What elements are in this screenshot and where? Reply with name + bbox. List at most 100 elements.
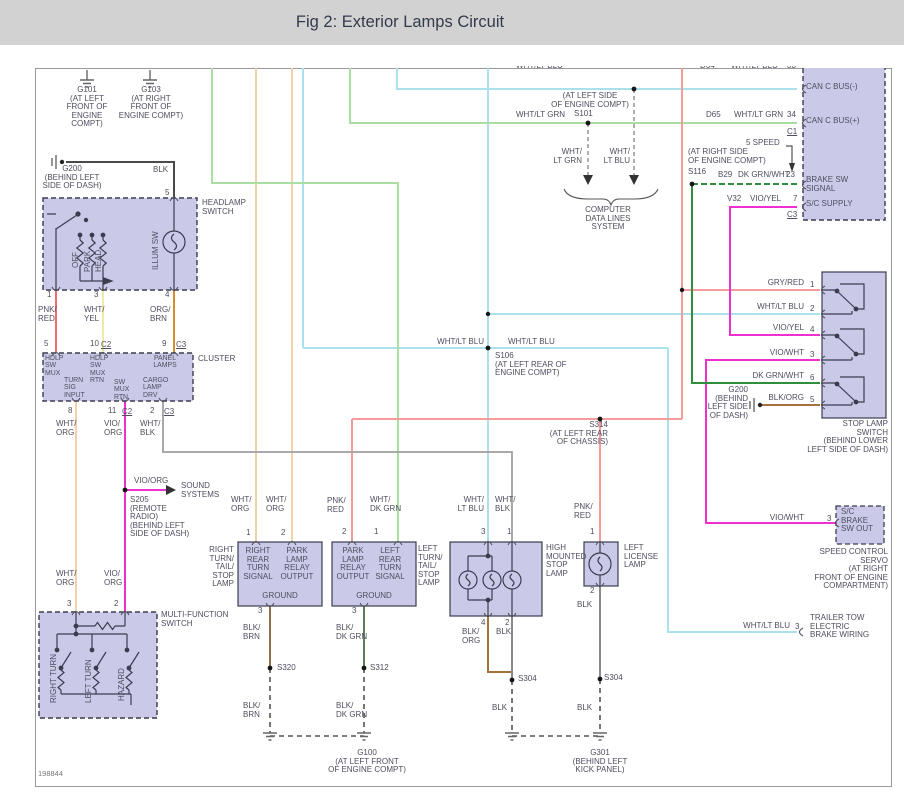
wire-label-wht-org-d: WHT/ ORG bbox=[266, 495, 287, 513]
wire-label-vio-org-sound: VIO/ORG bbox=[134, 476, 169, 485]
wire-label-wht-dk-grn: WHT/ DK GRN bbox=[370, 495, 402, 513]
s101-label: S101 bbox=[574, 109, 593, 118]
wire-label-vio-yel-a: VIO/YEL bbox=[750, 194, 782, 203]
pin-8-cluster: 8 bbox=[68, 406, 73, 415]
mfs-right-turn: RIGHT TURN bbox=[49, 653, 58, 703]
pin-2-cluster: 2 bbox=[150, 406, 155, 415]
connector-c2-bottom: C2 bbox=[122, 407, 133, 416]
pin-5-sls: 5 bbox=[810, 395, 815, 404]
pcm-sc-supply: S/C SUPPLY bbox=[806, 199, 853, 208]
wire-label-blk-lic: BLK bbox=[577, 600, 593, 609]
arrow-data-blu bbox=[629, 175, 639, 185]
wire-label-blk-brn-a: BLK/ BRN bbox=[243, 623, 261, 641]
b29-label: B29 bbox=[718, 170, 733, 179]
wire-label-pnk-red-park: PNK/ RED bbox=[327, 496, 346, 514]
connector-c3-top: C3 bbox=[176, 340, 187, 349]
wire-label-dk-grn-wht-sls: DK GRN/WHT bbox=[752, 371, 804, 380]
high-mounted-stop-lamp-box bbox=[449, 541, 543, 617]
hl-position-off: OFF bbox=[71, 252, 80, 268]
splice-s320 bbox=[267, 665, 273, 671]
right-lamp-park-output: PARK LAMP RELAY OUTPUT bbox=[280, 546, 314, 581]
pin-2-sls: 2 bbox=[810, 304, 815, 313]
wire-label-org-brn: ORG/ BRN bbox=[150, 305, 171, 323]
s320-label: S320 bbox=[277, 663, 296, 672]
hl-position-park: PARK bbox=[83, 250, 92, 272]
cluster-hdlp-sw-mux-rtn: HDLP SW MUX RTN bbox=[90, 355, 109, 385]
splice-s116 bbox=[689, 181, 695, 187]
cluster-cargo-lamp-drv: CARGO LAMP DRV bbox=[143, 377, 169, 399]
cluster-panel-lamps: PANEL LAMPS bbox=[153, 355, 177, 370]
pcm-brake-sw-signal: BRAKE SW SIGNAL bbox=[806, 175, 849, 193]
pcm-can-c-bus-minus: CAN C BUS(-) bbox=[806, 82, 858, 91]
headlamp-switch-label: HEADLAMP SWITCH bbox=[202, 198, 247, 216]
wire-vio-yel bbox=[729, 206, 820, 336]
mfs-left-turn: LEFT TURN bbox=[84, 659, 93, 703]
s106-label: S106 (AT LEFT REAR OF ENGINE COMPT) bbox=[495, 351, 567, 378]
left-lamp-ext-label: LEFT TURN/ TAIL/ STOP LAMP bbox=[418, 544, 443, 588]
pin-2-right-lamp: 2 bbox=[281, 528, 286, 537]
s304-label-a: S304 bbox=[518, 674, 537, 683]
pin-1-left-lamp: 1 bbox=[374, 527, 379, 536]
wire-label-wht-blk: WHT/ BLK bbox=[140, 419, 161, 437]
wire-wht-lt-blu-bus bbox=[396, 68, 797, 90]
trailer-tow-label: TRAILER TOW ELECTRIC BRAKE WIRING bbox=[810, 613, 870, 640]
pin-5-headlamp: 5 bbox=[165, 188, 170, 197]
d65-label: D65 bbox=[706, 110, 721, 119]
pin-3-sls: 3 bbox=[810, 350, 815, 359]
wire-label-vio-org-a: VIO/ ORG bbox=[104, 419, 123, 437]
license-lamp-label: LEFT LICENSE LAMP bbox=[624, 543, 659, 570]
wire-wht-blk bbox=[162, 401, 513, 542]
wire-label-wht-lt-blu-hmsl: WHT/ LT BLU bbox=[457, 495, 484, 513]
pin-3-hmsl: 3 bbox=[481, 527, 486, 536]
wire-label-pnk-red-lic: PNK/ RED bbox=[574, 502, 593, 520]
wire-label-vio-wht-sls: VIO/WHT bbox=[769, 348, 804, 357]
s312-label: S312 bbox=[370, 663, 389, 672]
wire-label-dk-grn-wht-a: DK GRN/WHT bbox=[738, 170, 790, 179]
wire-label-vio-yel-sls: VIO/YEL bbox=[772, 323, 804, 332]
connector-c1-pcm: C1 bbox=[787, 127, 798, 136]
g103-label: G103 (AT RIGHT FRONT OF ENGINE COMPT) bbox=[118, 85, 184, 120]
s205-label: S205 (REMOTE RADIO) (BEHIND LEFT SIDE OF… bbox=[130, 495, 190, 539]
wire-label-blk-b: BLK bbox=[577, 703, 593, 712]
five-speed-label: 5 SPEED bbox=[746, 138, 780, 147]
pin-3-mfs: 3 bbox=[67, 599, 72, 608]
wire-label-vio-wht-servo: VIO/WHT bbox=[769, 513, 804, 522]
wire-wht-dk-grn bbox=[211, 68, 399, 542]
wire-label-blk-dk-grn-b: BLK/ DK GRN bbox=[336, 701, 368, 719]
connector-c3-bottom: C3 bbox=[164, 407, 175, 416]
pin-34-pcm: 34 bbox=[787, 110, 796, 119]
wire-label-wht-lt-blu-s106b: WHT/LT BLU bbox=[508, 337, 555, 346]
wire-label-wht-lt-blu-sls: WHT/LT BLU bbox=[757, 302, 804, 311]
wire-label-blk-hmsl: BLK bbox=[496, 627, 512, 636]
connector-c3-pcm: C3 bbox=[787, 210, 798, 219]
pin-4-headlamp: 4 bbox=[165, 290, 170, 299]
pin-3-trailer: 3 bbox=[795, 622, 800, 631]
right-lamp-ground: GROUND bbox=[262, 591, 298, 600]
wire-label-pnk-red: PNK/ RED bbox=[38, 305, 57, 323]
computer-brace bbox=[563, 188, 659, 207]
pin-3-headlamp: 3 bbox=[94, 290, 99, 299]
pin-2-license: 2 bbox=[590, 586, 595, 595]
connector-c2-top: C2 bbox=[101, 340, 112, 349]
pin-4-hmsl: 4 bbox=[481, 618, 486, 627]
wire-label-wht-lt-blu-data: WHT/ LT BLU bbox=[603, 147, 630, 165]
splice-s312 bbox=[361, 665, 367, 671]
wire-label-gry-red: GRY/RED bbox=[767, 278, 804, 287]
arrow-sound-systems bbox=[166, 485, 176, 495]
junction-gry-red bbox=[679, 287, 685, 293]
five-speed-pointer bbox=[786, 145, 793, 164]
right-lamp-turn-signal: RIGHT REAR TURN SIGNAL bbox=[243, 546, 273, 581]
s304-label-b: S304 bbox=[604, 673, 623, 682]
pin-3-right-lamp: 3 bbox=[258, 606, 263, 615]
left-lamp-ground: GROUND bbox=[356, 591, 392, 600]
v32-label: V32 bbox=[727, 194, 742, 203]
g101-label: G101 (AT LEFT FRONT OF ENGINE COMPT) bbox=[66, 85, 108, 129]
wire-label-wht-org-c: WHT/ ORG bbox=[231, 495, 252, 513]
pin-1-headlamp: 1 bbox=[47, 290, 52, 299]
document-number: 198844 bbox=[38, 769, 64, 778]
speed-control-servo-label: SPEED CONTROL SERVO (AT RIGHT FRONT OF E… bbox=[814, 547, 888, 591]
wire-label-wht-lt-blu-s106a: WHT/LT BLU bbox=[437, 337, 484, 346]
wire-label-blk-dk-grn-a: BLK/ DK GRN bbox=[336, 623, 368, 641]
mfs-hazard: HAZARD bbox=[117, 668, 126, 701]
hmsl-label: HIGH MOUNTED STOP LAMP bbox=[546, 543, 587, 578]
